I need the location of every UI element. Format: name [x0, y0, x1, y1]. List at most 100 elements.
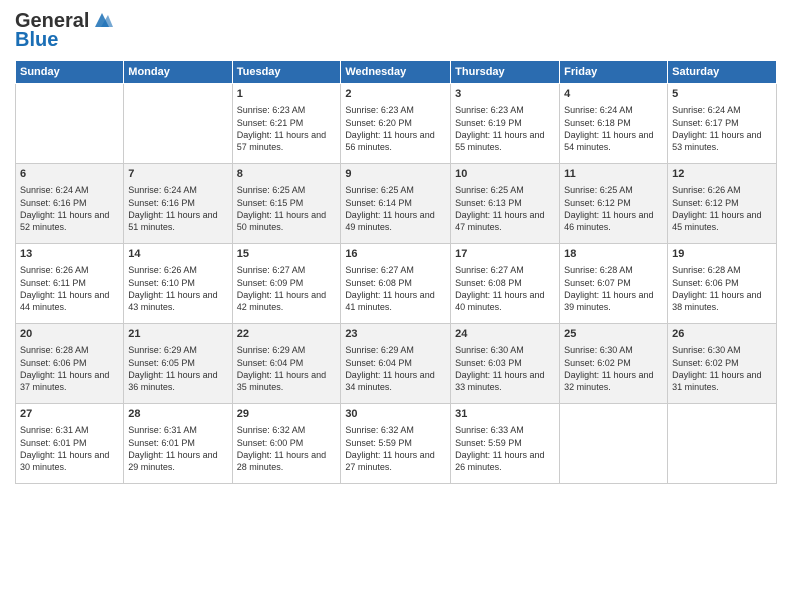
day-number: 31	[455, 407, 555, 422]
calendar-header-row: SundayMondayTuesdayWednesdayThursdayFrid…	[16, 61, 777, 84]
calendar-cell: 18Sunrise: 6:28 AM Sunset: 6:07 PM Dayli…	[560, 244, 668, 324]
day-info: Sunrise: 6:29 AM Sunset: 6:04 PM Dayligh…	[345, 344, 446, 393]
calendar-week-row: 1 Sunrise: 6:23 AM Sunset: 6:21 PM Daylig…	[16, 84, 777, 164]
day-info: Sunrise: 6:29 AM Sunset: 6:04 PM Dayligh…	[237, 344, 337, 393]
day-info: Sunrise: 6:28 AM Sunset: 6:06 PM Dayligh…	[20, 344, 119, 393]
calendar-cell: 6 Sunrise: 6:24 AM Sunset: 6:16 PM Daylig…	[16, 164, 124, 244]
day-number: 14	[128, 247, 227, 262]
calendar-cell: 28 Sunrise: 6:31 AM Sunset: 6:01 PM Dayli…	[124, 404, 232, 484]
day-info: Sunrise: 6:29 AM Sunset: 6:05 PM Dayligh…	[128, 344, 227, 393]
calendar-week-row: 13Sunrise: 6:26 AM Sunset: 6:11 PM Dayli…	[16, 244, 777, 324]
day-info: Sunrise: 6:25 AM Sunset: 6:12 PM Dayligh…	[564, 184, 663, 233]
weekday-header: Saturday	[668, 61, 777, 84]
weekday-header: Sunday	[16, 61, 124, 84]
day-number: 26	[672, 327, 772, 342]
calendar-cell: 11 Sunrise: 6:25 AM Sunset: 6:12 PM Dayli…	[560, 164, 668, 244]
weekday-header: Tuesday	[232, 61, 341, 84]
day-info: Sunrise: 6:24 AM Sunset: 6:17 PM Dayligh…	[672, 104, 772, 153]
day-info: Sunrise: 6:26 AM Sunset: 6:11 PM Dayligh…	[20, 264, 119, 313]
day-number: 10	[455, 167, 555, 182]
day-number: 5	[672, 87, 772, 102]
day-info: Sunrise: 6:24 AM Sunset: 6:18 PM Dayligh…	[564, 104, 663, 153]
day-info: Sunrise: 6:32 AM Sunset: 5:59 PM Dayligh…	[345, 424, 446, 473]
day-number: 19	[672, 247, 772, 262]
day-info: Sunrise: 6:31 AM Sunset: 6:01 PM Dayligh…	[128, 424, 227, 473]
day-info: Sunrise: 6:26 AM Sunset: 6:12 PM Dayligh…	[672, 184, 772, 233]
day-info: Sunrise: 6:23 AM Sunset: 6:21 PM Dayligh…	[237, 104, 337, 153]
day-info: Sunrise: 6:33 AM Sunset: 5:59 PM Dayligh…	[455, 424, 555, 473]
day-number: 3	[455, 87, 555, 102]
calendar-cell: 21 Sunrise: 6:29 AM Sunset: 6:05 PM Dayli…	[124, 324, 232, 404]
day-info: Sunrise: 6:27 AM Sunset: 6:08 PM Dayligh…	[455, 264, 555, 313]
day-info: Sunrise: 6:31 AM Sunset: 6:01 PM Dayligh…	[20, 424, 119, 473]
day-number: 28	[128, 407, 227, 422]
logo: General Blue	[15, 10, 113, 52]
day-info: Sunrise: 6:24 AM Sunset: 6:16 PM Dayligh…	[128, 184, 227, 233]
calendar-cell: 20 Sunrise: 6:28 AM Sunset: 6:06 PM Dayli…	[16, 324, 124, 404]
calendar-cell: 1 Sunrise: 6:23 AM Sunset: 6:21 PM Daylig…	[232, 84, 341, 164]
day-number: 4	[564, 87, 663, 102]
header: General Blue	[15, 10, 777, 52]
day-number: 1	[237, 87, 337, 102]
day-number: 22	[237, 327, 337, 342]
calendar-cell	[124, 84, 232, 164]
day-number: 12	[672, 167, 772, 182]
day-info: Sunrise: 6:26 AM Sunset: 6:10 PM Dayligh…	[128, 264, 227, 313]
day-info: Sunrise: 6:25 AM Sunset: 6:15 PM Dayligh…	[237, 184, 337, 233]
day-number: 27	[20, 407, 119, 422]
day-info: Sunrise: 6:30 AM Sunset: 6:03 PM Dayligh…	[455, 344, 555, 393]
calendar-cell: 31 Sunrise: 6:33 AM Sunset: 5:59 PM Dayli…	[451, 404, 560, 484]
day-info: Sunrise: 6:23 AM Sunset: 6:20 PM Dayligh…	[345, 104, 446, 153]
calendar-cell: 7 Sunrise: 6:24 AM Sunset: 6:16 PM Daylig…	[124, 164, 232, 244]
calendar-cell: 5 Sunrise: 6:24 AM Sunset: 6:17 PM Daylig…	[668, 84, 777, 164]
calendar-cell: 4 Sunrise: 6:24 AM Sunset: 6:18 PM Daylig…	[560, 84, 668, 164]
day-info: Sunrise: 6:28 AM Sunset: 6:06 PM Dayligh…	[672, 264, 772, 313]
calendar-cell: 2 Sunrise: 6:23 AM Sunset: 6:20 PM Daylig…	[341, 84, 451, 164]
day-number: 15	[237, 247, 337, 262]
day-number: 23	[345, 327, 446, 342]
day-number: 18	[564, 247, 663, 262]
day-info: Sunrise: 6:32 AM Sunset: 6:00 PM Dayligh…	[237, 424, 337, 473]
calendar-table: SundayMondayTuesdayWednesdayThursdayFrid…	[15, 60, 777, 484]
calendar-cell: 8 Sunrise: 6:25 AM Sunset: 6:15 PM Daylig…	[232, 164, 341, 244]
day-info: Sunrise: 6:27 AM Sunset: 6:08 PM Dayligh…	[345, 264, 446, 313]
calendar-cell: 23 Sunrise: 6:29 AM Sunset: 6:04 PM Dayli…	[341, 324, 451, 404]
day-number: 2	[345, 87, 446, 102]
calendar-cell: 14 Sunrise: 6:26 AM Sunset: 6:10 PM Dayli…	[124, 244, 232, 324]
day-info: Sunrise: 6:24 AM Sunset: 6:16 PM Dayligh…	[20, 184, 119, 233]
calendar-cell: 24 Sunrise: 6:30 AM Sunset: 6:03 PM Dayli…	[451, 324, 560, 404]
logo-icon	[91, 9, 113, 31]
calendar-cell: 29 Sunrise: 6:32 AM Sunset: 6:00 PM Dayli…	[232, 404, 341, 484]
calendar-cell: 22 Sunrise: 6:29 AM Sunset: 6:04 PM Dayli…	[232, 324, 341, 404]
day-number: 20	[20, 327, 119, 342]
day-number: 11	[564, 167, 663, 182]
day-info: Sunrise: 6:25 AM Sunset: 6:14 PM Dayligh…	[345, 184, 446, 233]
calendar-cell: 26Sunrise: 6:30 AM Sunset: 6:02 PM Dayli…	[668, 324, 777, 404]
page: General Blue SundayMondayTuesdayWednesda…	[0, 0, 792, 612]
day-number: 8	[237, 167, 337, 182]
day-number: 16	[345, 247, 446, 262]
calendar-week-row: 20 Sunrise: 6:28 AM Sunset: 6:06 PM Dayli…	[16, 324, 777, 404]
day-info: Sunrise: 6:25 AM Sunset: 6:13 PM Dayligh…	[455, 184, 555, 233]
calendar-cell: 25Sunrise: 6:30 AM Sunset: 6:02 PM Dayli…	[560, 324, 668, 404]
calendar-week-row: 27 Sunrise: 6:31 AM Sunset: 6:01 PM Dayli…	[16, 404, 777, 484]
day-number: 6	[20, 167, 119, 182]
calendar-cell: 30Sunrise: 6:32 AM Sunset: 5:59 PM Dayli…	[341, 404, 451, 484]
weekday-header: Monday	[124, 61, 232, 84]
day-number: 21	[128, 327, 227, 342]
calendar-cell: 13Sunrise: 6:26 AM Sunset: 6:11 PM Dayli…	[16, 244, 124, 324]
weekday-header: Friday	[560, 61, 668, 84]
weekday-header: Thursday	[451, 61, 560, 84]
calendar-cell: 10 Sunrise: 6:25 AM Sunset: 6:13 PM Dayli…	[451, 164, 560, 244]
day-number: 25	[564, 327, 663, 342]
day-number: 24	[455, 327, 555, 342]
day-number: 29	[237, 407, 337, 422]
calendar-cell: 3Sunrise: 6:23 AM Sunset: 6:19 PM Daylig…	[451, 84, 560, 164]
day-number: 7	[128, 167, 227, 182]
calendar-week-row: 6 Sunrise: 6:24 AM Sunset: 6:16 PM Daylig…	[16, 164, 777, 244]
calendar-cell: 15Sunrise: 6:27 AM Sunset: 6:09 PM Dayli…	[232, 244, 341, 324]
calendar-cell: 16 Sunrise: 6:27 AM Sunset: 6:08 PM Dayli…	[341, 244, 451, 324]
calendar-cell	[16, 84, 124, 164]
calendar-cell	[560, 404, 668, 484]
day-number: 9	[345, 167, 446, 182]
